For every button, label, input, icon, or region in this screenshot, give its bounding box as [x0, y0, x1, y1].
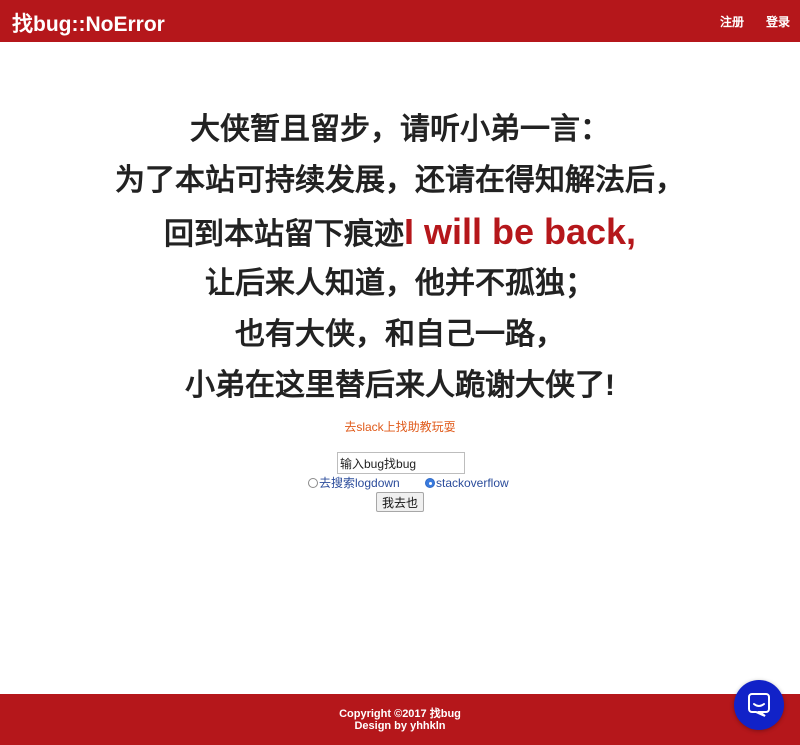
message-line-1: 大侠暂且留步，请听小弟一言： — [190, 113, 610, 146]
register-link[interactable]: 注册 — [720, 13, 744, 30]
top-navbar: 找bug::NoError 注册 登录 — [0, 0, 800, 42]
radio-unchecked-icon[interactable] — [308, 478, 318, 488]
message-line-4: 让后来人知道，他并不孤独； — [205, 267, 595, 300]
bug-search-input[interactable] — [337, 452, 465, 474]
login-link[interactable]: 登录 — [766, 13, 790, 30]
message-line-3: 回到本站留下痕迹I will be back, — [0, 206, 800, 258]
footer: Copyright ©2017 找bug Design by yhhkln — [0, 694, 800, 745]
search-submit-button[interactable]: 我去也 — [376, 492, 424, 512]
i-will-be-back-text: I will be back, — [403, 211, 637, 252]
message-line-5: 也有大侠，和自己一路， — [235, 318, 565, 351]
slack-link[interactable]: 去slack上找助教玩耍 — [0, 418, 800, 435]
footer-design-credit: Design by yhhkln — [354, 720, 446, 732]
chat-launcher-button[interactable] — [734, 680, 784, 730]
message-line-3-text: 回到本站留下痕迹 — [163, 218, 404, 251]
welcome-message: 大侠暂且留步，请听小弟一言： 为了本站可持续发展，还请在得知解法后， 回到本站留… — [0, 104, 800, 411]
message-line-6: 小弟在这里替后来人跪谢大侠了! — [185, 369, 615, 402]
footer-copyright: Copyright ©2017 找bug — [339, 708, 461, 720]
radio-checked-icon[interactable] — [425, 478, 435, 488]
radio-stackoverflow-label[interactable]: stackoverflow — [436, 476, 509, 490]
site-brand[interactable]: 找bug::NoError — [12, 8, 165, 38]
chat-bubble-icon — [748, 693, 770, 717]
radio-logdown-label[interactable]: 去搜索logdown — [319, 476, 400, 490]
message-line-2: 为了本站可持续发展，还请在得知解法后， — [115, 164, 685, 197]
